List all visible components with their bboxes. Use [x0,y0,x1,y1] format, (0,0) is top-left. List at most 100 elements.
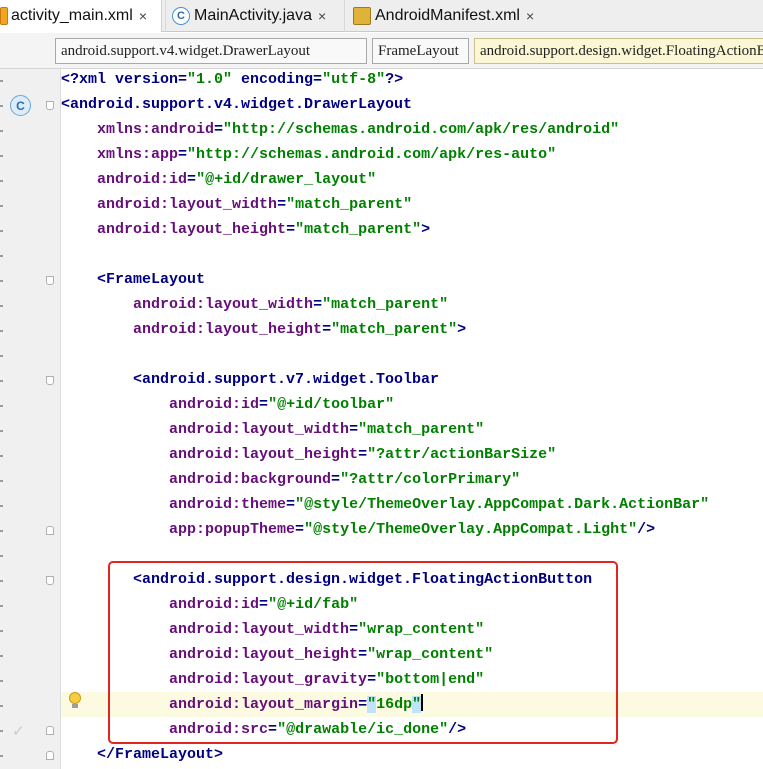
code-token: /> [448,721,467,738]
code-token: app [151,146,179,163]
code-token: = [367,671,377,688]
editor-gutter [0,69,60,769]
tab-main-activity-java[interactable]: C MainActivity.java × [165,0,340,32]
code-line[interactable]: android:background="?attr/colorPrimary" [61,467,520,492]
line-number-mark [0,280,3,282]
code-line[interactable]: android:layout_height="?attr/actionBarSi… [61,442,556,467]
line-number-mark [0,430,3,432]
xml-file-icon [0,7,8,25]
fold-close-icon[interactable] [46,751,54,760]
code-token: > [421,221,431,238]
code-token: "@+id/fab" [268,596,359,613]
line-number-mark [0,305,3,307]
code-line[interactable]: android:id="@+id/drawer_layout" [61,167,376,192]
code-line[interactable]: <android.support.design.widget.FloatingA… [61,567,592,592]
line-number-mark [0,355,3,357]
line-number-mark [0,130,3,132]
code-line[interactable]: android:layout_width="match_parent" [61,417,484,442]
fold-open-icon[interactable] [46,276,54,285]
code-token: android: [61,646,242,663]
line-number-mark [0,655,3,657]
code-token: = [349,421,359,438]
manifest-file-icon [353,7,371,25]
code-line[interactable]: android:layout_height="match_parent"> [61,217,430,242]
code-token: android: [61,421,242,438]
code-token: popupTheme [205,521,296,538]
code-token: " [367,696,377,713]
code-line[interactable]: android:layout_gravity="bottom|end" [61,667,484,692]
code-token: 16dp [376,696,413,713]
code-token: android: [61,721,242,738]
code-token: = [331,471,341,488]
code-line[interactable]: <?xml version="1.0" encoding="utf-8"?> [61,67,403,92]
code-line[interactable]: <android.support.v4.widget.DrawerLayout [61,92,412,117]
code-line[interactable]: android:layout_height="wrap_content" [61,642,493,667]
code-line[interactable]: android:layout_width="match_parent" [61,192,412,217]
code-line[interactable]: </FrameLayout> [61,742,223,767]
code-token: "wrap_content" [358,621,485,638]
fold-open-icon[interactable] [46,376,54,385]
code-token: android: [61,696,242,713]
fold-open-icon[interactable] [46,101,54,110]
code-token: = [286,221,296,238]
line-number-mark [0,455,3,457]
code-token: ?> [385,71,404,88]
fold-close-icon[interactable] [46,726,54,735]
code-token: = [214,121,224,138]
close-icon[interactable]: × [318,8,326,24]
code-token: "match_parent" [358,421,485,438]
code-line[interactable]: android:layout_height="match_parent"> [61,317,466,342]
code-token: <android.support.design.widget.FloatingA… [61,571,593,588]
code-line[interactable]: <android.support.v7.widget.Toolbar [61,367,439,392]
code-token: = [349,621,359,638]
code-token: android: [61,396,242,413]
close-icon[interactable]: × [526,8,534,24]
close-icon[interactable]: × [139,8,147,24]
line-number-mark [0,580,3,582]
code-token: = [358,696,368,713]
code-line[interactable]: <FrameLayout [61,267,205,292]
code-token: xmlns: [61,121,152,138]
code-token: "http://schemas.android.com/apk/res/andr… [223,121,620,138]
code-token: = [259,596,269,613]
code-token: <android.support.v4.widget.DrawerLayout [61,96,413,113]
breadcrumb-item-drawer-layout[interactable]: android.support.v4.widget.DrawerLayout [55,38,367,64]
code-token: android: [61,296,206,313]
code-token: "match_parent" [331,321,458,338]
class-gutter-icon[interactable]: C [10,95,31,116]
code-line[interactable]: xmlns:app="http://schemas.android.com/ap… [61,142,556,167]
code-line[interactable]: android:layout_width="match_parent" [61,292,448,317]
fold-close-icon[interactable] [46,526,54,535]
tab-activity-main-xml[interactable]: activity_main.xml × [0,0,162,32]
code-line[interactable]: android:layout_width="wrap_content" [61,617,484,642]
code-token: = [259,396,269,413]
code-token: theme [241,496,287,513]
code-line[interactable]: xmlns:android="http://schemas.android.co… [61,117,619,142]
line-number-mark [0,255,3,257]
code-token: " [412,696,422,713]
code-line[interactable]: android:id="@+id/fab" [61,592,358,617]
code-token: = [286,496,296,513]
code-token: android: [61,671,242,688]
fold-open-icon[interactable] [46,576,54,585]
code-line[interactable]: android:layout_margin="16dp" [61,692,423,717]
code-token: layout_width [205,296,314,313]
code-token: layout_height [169,221,287,238]
code-line[interactable]: android:id="@+id/toolbar" [61,392,394,417]
tab-android-manifest-xml[interactable]: AndroidManifest.xml × [344,0,556,32]
breadcrumb-item-floating-action-button[interactable]: android.support.design.widget.FloatingAc… [474,38,763,64]
code-line[interactable]: android:src="@drawable/ic_done"/> [61,717,466,742]
code-line[interactable]: app:popupTheme="@style/ThemeOverlay.AppC… [61,517,655,542]
code-token: "utf-8" [322,71,386,88]
code-token: "match_parent" [286,196,413,213]
code-token: = [277,196,287,213]
breadcrumb-item-frame-layout[interactable]: FrameLayout [372,38,469,64]
code-token: src [241,721,269,738]
code-line[interactable]: android:theme="@style/ThemeOverlay.AppCo… [61,492,709,517]
line-number-mark [0,630,3,632]
code-token: <?xml version= [61,71,188,88]
code-token: = [178,146,188,163]
editor-tab-bar: activity_main.xml × C MainActivity.java … [0,0,763,32]
code-token: layout_width [169,196,278,213]
code-token: = [295,521,305,538]
